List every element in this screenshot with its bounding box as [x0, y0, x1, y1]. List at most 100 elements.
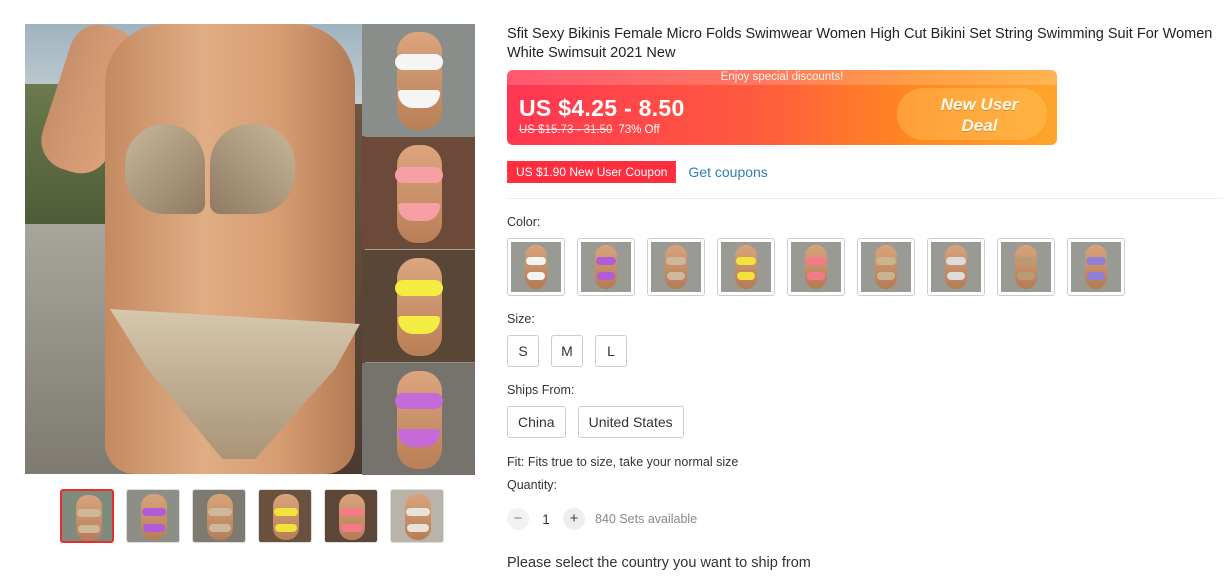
- swatch-image: [861, 242, 911, 292]
- model-figure: [1085, 245, 1107, 289]
- price-range: US $4.25 - 8.50: [519, 95, 685, 121]
- bikini-bottom: [275, 524, 297, 532]
- bikini-bottom: [877, 272, 895, 280]
- ships-from-china[interactable]: China: [507, 406, 566, 438]
- coupon-tag[interactable]: US $1.90 New User Coupon: [504, 161, 677, 183]
- model-figure: [945, 245, 967, 289]
- swatch-image: [651, 242, 701, 292]
- bikini-bottom: [527, 272, 545, 280]
- bikini-bottom: [947, 272, 965, 280]
- bikini-bottom: [1017, 272, 1035, 280]
- size-label: Size:: [507, 312, 535, 326]
- model-figure: [665, 245, 687, 289]
- model-figure: [397, 145, 442, 243]
- thumb-khaki[interactable]: [60, 489, 114, 543]
- color-swatches: [507, 238, 1125, 296]
- thumb-pink[interactable]: [324, 489, 378, 543]
- ship-country-note: Please select the country you want to sh…: [507, 555, 811, 571]
- bikini-bottom: [407, 524, 429, 532]
- ships-from-label: Ships From:: [507, 383, 575, 397]
- model-figure: [735, 245, 757, 289]
- purple-bikini-photo[interactable]: [362, 363, 475, 475]
- color-swatch-pink[interactable]: [787, 238, 845, 296]
- price-banner: Enjoy special discounts! US $4.25 - 8.50…: [507, 70, 1057, 145]
- size-option-s[interactable]: S: [507, 335, 539, 367]
- model-figure: [397, 258, 442, 356]
- model-figure: [141, 494, 167, 540]
- thumb-collage[interactable]: [390, 489, 444, 543]
- bikini-top: [406, 508, 430, 516]
- model-figure: [805, 245, 827, 289]
- bikini-top: [395, 280, 443, 296]
- color-swatch-purple[interactable]: [577, 238, 635, 296]
- get-coupons-link[interactable]: Get coupons: [688, 164, 767, 180]
- bikini-top: [1086, 257, 1106, 265]
- swatch-image: [791, 242, 841, 292]
- color-swatch-tan[interactable]: [997, 238, 1055, 296]
- bikini-top: [77, 509, 101, 517]
- bikini-top: [876, 257, 896, 265]
- original-price-row: US $15.73 - 31.50 73% Off: [519, 124, 660, 136]
- original-price: US $15.73 - 31.50: [519, 124, 613, 136]
- quantity-increase-button[interactable]: +: [563, 508, 585, 530]
- bikini-top: [395, 54, 443, 70]
- bikini-bottom: [78, 525, 100, 533]
- quantity-decrease-button[interactable]: −: [507, 508, 529, 530]
- side-photo-strip: [362, 24, 475, 475]
- model-figure: [273, 494, 299, 540]
- bikini-top: [340, 508, 364, 516]
- bikini-bottom: [209, 524, 231, 532]
- model-figure: [397, 32, 442, 130]
- discount-strip: Enjoy special discounts!: [507, 70, 1057, 85]
- color-swatch-lavender[interactable]: [1067, 238, 1125, 296]
- bikini-top-right: [210, 124, 295, 214]
- section-divider: [507, 198, 1223, 199]
- swatch-image: [1071, 242, 1121, 292]
- coupon-row: US $1.90 New User Coupon Get coupons: [504, 161, 768, 183]
- bikini-bottom: [737, 272, 755, 280]
- model-figure: [595, 245, 617, 289]
- bikini-top: [1016, 257, 1036, 265]
- color-swatch-yellow[interactable]: [717, 238, 775, 296]
- thumb-beige[interactable]: [192, 489, 246, 543]
- thumb-purple[interactable]: [126, 489, 180, 543]
- swatch-image: [511, 242, 561, 292]
- swatch-image: [581, 242, 631, 292]
- bikini-top: [274, 508, 298, 516]
- pink-bikini-photo[interactable]: [362, 137, 475, 249]
- color-label: Color:: [507, 215, 541, 229]
- bikini-top: [666, 257, 686, 265]
- bikini-top: [395, 167, 443, 183]
- size-options: SML: [507, 335, 627, 367]
- color-swatch-beige[interactable]: [647, 238, 705, 296]
- fit-note: Fit: Fits true to size, take your normal…: [507, 455, 739, 469]
- yellow-bikini-photo[interactable]: [362, 250, 475, 362]
- model-figure: [76, 495, 102, 541]
- bikini-top: [596, 257, 616, 265]
- model-figure: [525, 245, 547, 289]
- size-option-l[interactable]: L: [595, 335, 627, 367]
- ships-from-options: China United States: [507, 406, 684, 438]
- model-figure: [405, 494, 431, 540]
- new-user-deal-badge: New User Deal: [940, 95, 1019, 135]
- bikini-bottom: [143, 524, 165, 532]
- thumb-yellow[interactable]: [258, 489, 312, 543]
- ships-from-united-states[interactable]: United States: [577, 406, 684, 438]
- swatch-image: [1001, 242, 1051, 292]
- white-bikini-photo[interactable]: [362, 24, 475, 136]
- swatch-image: [721, 242, 771, 292]
- bikini-top: [142, 508, 166, 516]
- color-swatch-khaki[interactable]: [857, 238, 915, 296]
- model-figure: [339, 494, 365, 540]
- bikini-bottom: [1087, 272, 1105, 280]
- model-figure: [1015, 245, 1037, 289]
- stock-available: 840 Sets available: [595, 512, 698, 526]
- bikini-top: [395, 393, 443, 409]
- bikini-bottom: [341, 524, 363, 532]
- bikini-top: [526, 257, 546, 265]
- size-option-m[interactable]: M: [551, 335, 583, 367]
- color-swatch-light-gray[interactable]: [927, 238, 985, 296]
- color-swatch-white[interactable]: [507, 238, 565, 296]
- quantity-value[interactable]: 1: [529, 512, 563, 527]
- quantity-label: Quantity:: [507, 478, 558, 492]
